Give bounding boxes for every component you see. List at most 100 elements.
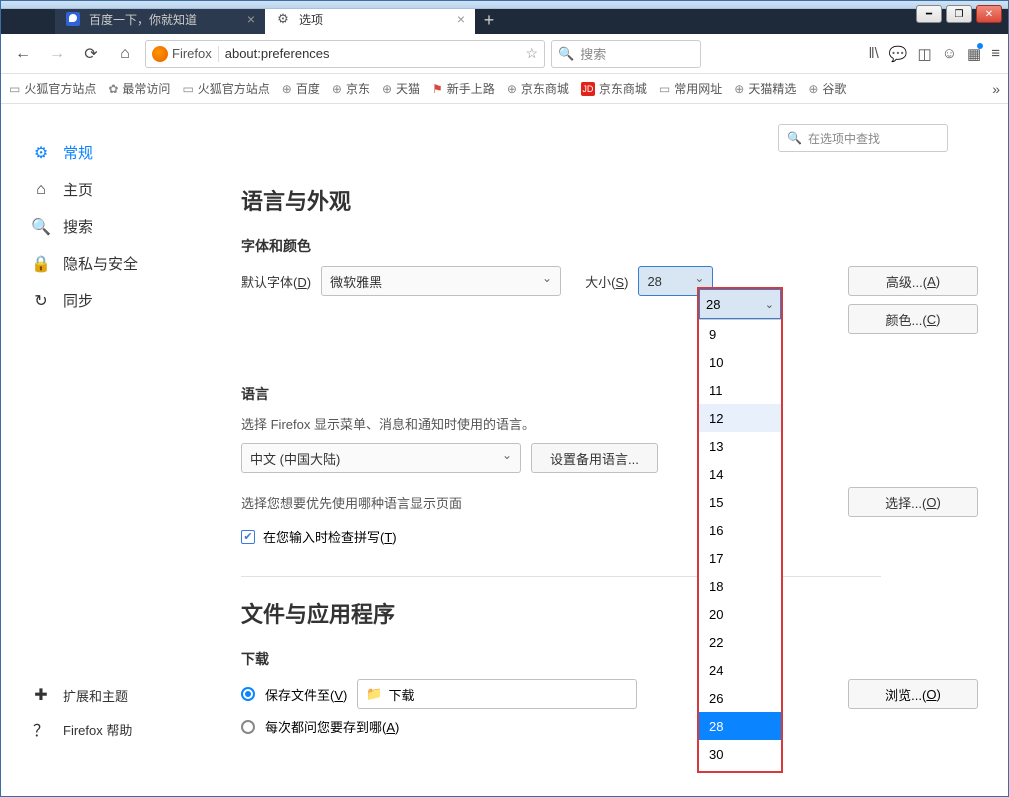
dropdown-option[interactable]: 28 xyxy=(699,712,781,740)
bookmark-item[interactable]: ▭火狐官方站点 xyxy=(182,80,269,97)
globe-icon: ⊕ xyxy=(808,82,818,96)
default-font-label: 默认字体(D) xyxy=(241,272,311,291)
bookmark-item[interactable]: ▭常用网址 xyxy=(659,80,722,97)
maximize-button[interactable]: ❐ xyxy=(946,5,972,23)
save-to-radio-row[interactable]: 保存文件至(V) 📁 下载 浏览...(O) xyxy=(241,679,978,709)
bookmark-item[interactable]: ⊕天猫 xyxy=(382,80,420,97)
bookmark-overflow-button[interactable]: » xyxy=(992,81,1000,97)
choose-languages-button[interactable]: 选择...(O) xyxy=(848,487,978,517)
home-button[interactable]: ⌂ xyxy=(111,40,139,68)
bookmark-item[interactable]: ▭火狐官方站点 xyxy=(9,80,96,97)
nav-bar: ← → ⟳ ⌂ Firefox about:preferences ☆ 🔍 搜索… xyxy=(1,34,1008,74)
sidebar-item-addons[interactable]: ✚扩展和主题 xyxy=(21,679,211,711)
window-controls: ━ ❐ ✕ xyxy=(916,5,1002,23)
sidebar-icon[interactable]: ◫ xyxy=(918,45,932,63)
bookmark-item[interactable]: ⊕京东商城 xyxy=(507,80,569,97)
sidebar-item-search[interactable]: 🔍搜索 xyxy=(21,208,211,245)
checkbox-checked-icon: ✔ xyxy=(241,530,255,544)
bookmark-item[interactable]: ⊕百度 xyxy=(282,80,320,97)
new-tab-button[interactable]: + xyxy=(475,6,503,34)
bookmark-item[interactable]: ✿最常访问 xyxy=(108,80,170,97)
sidebar-item-general[interactable]: ⚙常规 xyxy=(21,134,211,171)
firefox-window: 百度一下，你就知道 × ⚙ 选项 × + — ▢ ✕ ━ ❐ ✕ ← → ⟳ ⌂… xyxy=(0,0,1009,797)
dropdown-option[interactable]: 10 xyxy=(699,348,781,376)
globe-icon: ⊕ xyxy=(332,82,342,96)
dropdown-current-value[interactable]: 28 xyxy=(699,289,781,319)
account-icon[interactable]: ☺ xyxy=(942,45,957,62)
sidebar-item-privacy[interactable]: 🔒隐私与安全 xyxy=(21,245,211,282)
folder-icon: ▭ xyxy=(659,82,670,96)
dropdown-list[interactable]: 9101112131415161718202224262830 xyxy=(699,319,781,771)
search-box[interactable]: 🔍 搜索 xyxy=(551,40,701,68)
flag-icon: ⚑ xyxy=(432,82,443,96)
globe-icon: ⊕ xyxy=(282,82,292,96)
back-button[interactable]: ← xyxy=(9,40,37,68)
bookmark-star-icon[interactable]: ☆ xyxy=(525,45,538,62)
spellcheck-checkbox-row[interactable]: ✔ 在您输入时检查拼写(T) xyxy=(241,527,978,546)
dropdown-option[interactable]: 9 xyxy=(699,320,781,348)
dropdown-option[interactable]: 26 xyxy=(699,684,781,712)
dropdown-option[interactable]: 22 xyxy=(699,628,781,656)
globe-icon: ⊕ xyxy=(507,82,517,96)
sidebar-item-help[interactable]: ？Firefox 帮助 xyxy=(21,711,211,747)
search-placeholder: 在选项中查找 xyxy=(808,130,880,147)
reload-button[interactable]: ⟳ xyxy=(77,40,105,68)
dropdown-option[interactable]: 14 xyxy=(699,460,781,488)
fonts-colors-heading: 字体和颜色 xyxy=(241,236,978,256)
spellcheck-label: 在您输入时检查拼写(T) xyxy=(263,527,397,546)
bookmark-item[interactable]: ⊕京东 xyxy=(332,80,370,97)
bookmark-item[interactable]: ⚑新手上路 xyxy=(432,80,495,97)
minimize-button[interactable]: ━ xyxy=(916,5,942,23)
dropdown-option[interactable]: 18 xyxy=(699,572,781,600)
bookmark-item[interactable]: JD京东商城 xyxy=(581,80,647,97)
default-font-select[interactable]: 微软雅黑 xyxy=(321,266,561,296)
help-icon: ？ xyxy=(31,717,51,741)
close-icon[interactable]: × xyxy=(247,11,255,27)
preferences-content: ⚙常规 ⌂主页 🔍搜索 🔒隐私与安全 ↻同步 ✚扩展和主题 ？Firefox 帮… xyxy=(1,104,1008,767)
dropdown-option[interactable]: 17 xyxy=(699,544,781,572)
window-titlebar xyxy=(1,1,1008,9)
url-bar[interactable]: Firefox about:preferences ☆ xyxy=(145,40,545,68)
dropdown-option[interactable]: 30 xyxy=(699,740,781,768)
comment-icon[interactable]: 💬 xyxy=(889,45,908,63)
addons-icon[interactable]: ▦ xyxy=(967,45,981,63)
menu-icon[interactable]: ≡ xyxy=(991,45,1000,62)
library-icon[interactable]: ǁ\ xyxy=(868,45,878,62)
always-ask-radio-row[interactable]: 每次都问您要存到哪(A) xyxy=(241,717,978,736)
identity-label: Firefox xyxy=(172,46,212,61)
sidebar-item-home[interactable]: ⌂主页 xyxy=(21,171,211,208)
advanced-fonts-button[interactable]: 高级...(A) xyxy=(848,266,978,296)
bookmark-item[interactable]: ⊕天猫精选 xyxy=(734,80,796,97)
close-button[interactable]: ✕ xyxy=(976,5,1002,23)
folder-icon: 📁 xyxy=(366,686,382,702)
colors-button[interactable]: 颜色...(C) xyxy=(848,304,978,334)
dropdown-option[interactable]: 11 xyxy=(699,376,781,404)
dropdown-option[interactable]: 20 xyxy=(699,600,781,628)
close-icon[interactable]: × xyxy=(457,11,465,27)
dropdown-option[interactable]: 13 xyxy=(699,432,781,460)
download-heading: 下载 xyxy=(241,649,978,669)
toolbar-right: ǁ\ 💬 ◫ ☺ ▦ ≡ xyxy=(868,45,1000,63)
puzzle-icon: ✚ xyxy=(31,685,51,705)
set-alternatives-button[interactable]: 设置备用语言... xyxy=(531,443,658,473)
font-size-label: 大小(S) xyxy=(585,272,628,291)
browse-button[interactable]: 浏览...(O) xyxy=(848,679,978,709)
dropdown-option[interactable]: 16 xyxy=(699,516,781,544)
language-heading: 语言 xyxy=(241,384,978,404)
tab-title: 选项 xyxy=(299,11,323,28)
gear-icon: ⚙ xyxy=(31,143,51,163)
dropdown-option[interactable]: 12 xyxy=(699,404,781,432)
identity-box[interactable]: Firefox xyxy=(152,46,219,62)
download-path-input[interactable]: 📁 下载 xyxy=(357,679,637,709)
language-select[interactable]: 中文 (中国大陆) xyxy=(241,443,521,473)
preferences-sidebar: ⚙常规 ⌂主页 🔍搜索 🔒隐私与安全 ↻同步 ✚扩展和主题 ？Firefox 帮… xyxy=(1,104,231,767)
radio-unselected-icon xyxy=(241,720,255,734)
preferences-main: 🔍 在选项中查找 语言与外观 字体和颜色 默认字体(D) 微软雅黑 大小(S) … xyxy=(231,104,1008,767)
sidebar-item-sync[interactable]: ↻同步 xyxy=(21,282,211,319)
forward-button[interactable]: → xyxy=(43,40,71,68)
find-in-preferences[interactable]: 🔍 在选项中查找 xyxy=(778,124,948,152)
dropdown-option[interactable]: 24 xyxy=(699,656,781,684)
dropdown-option[interactable]: 15 xyxy=(699,488,781,516)
home-icon: ⌂ xyxy=(31,181,51,199)
bookmark-item[interactable]: ⊕谷歌 xyxy=(808,80,846,97)
